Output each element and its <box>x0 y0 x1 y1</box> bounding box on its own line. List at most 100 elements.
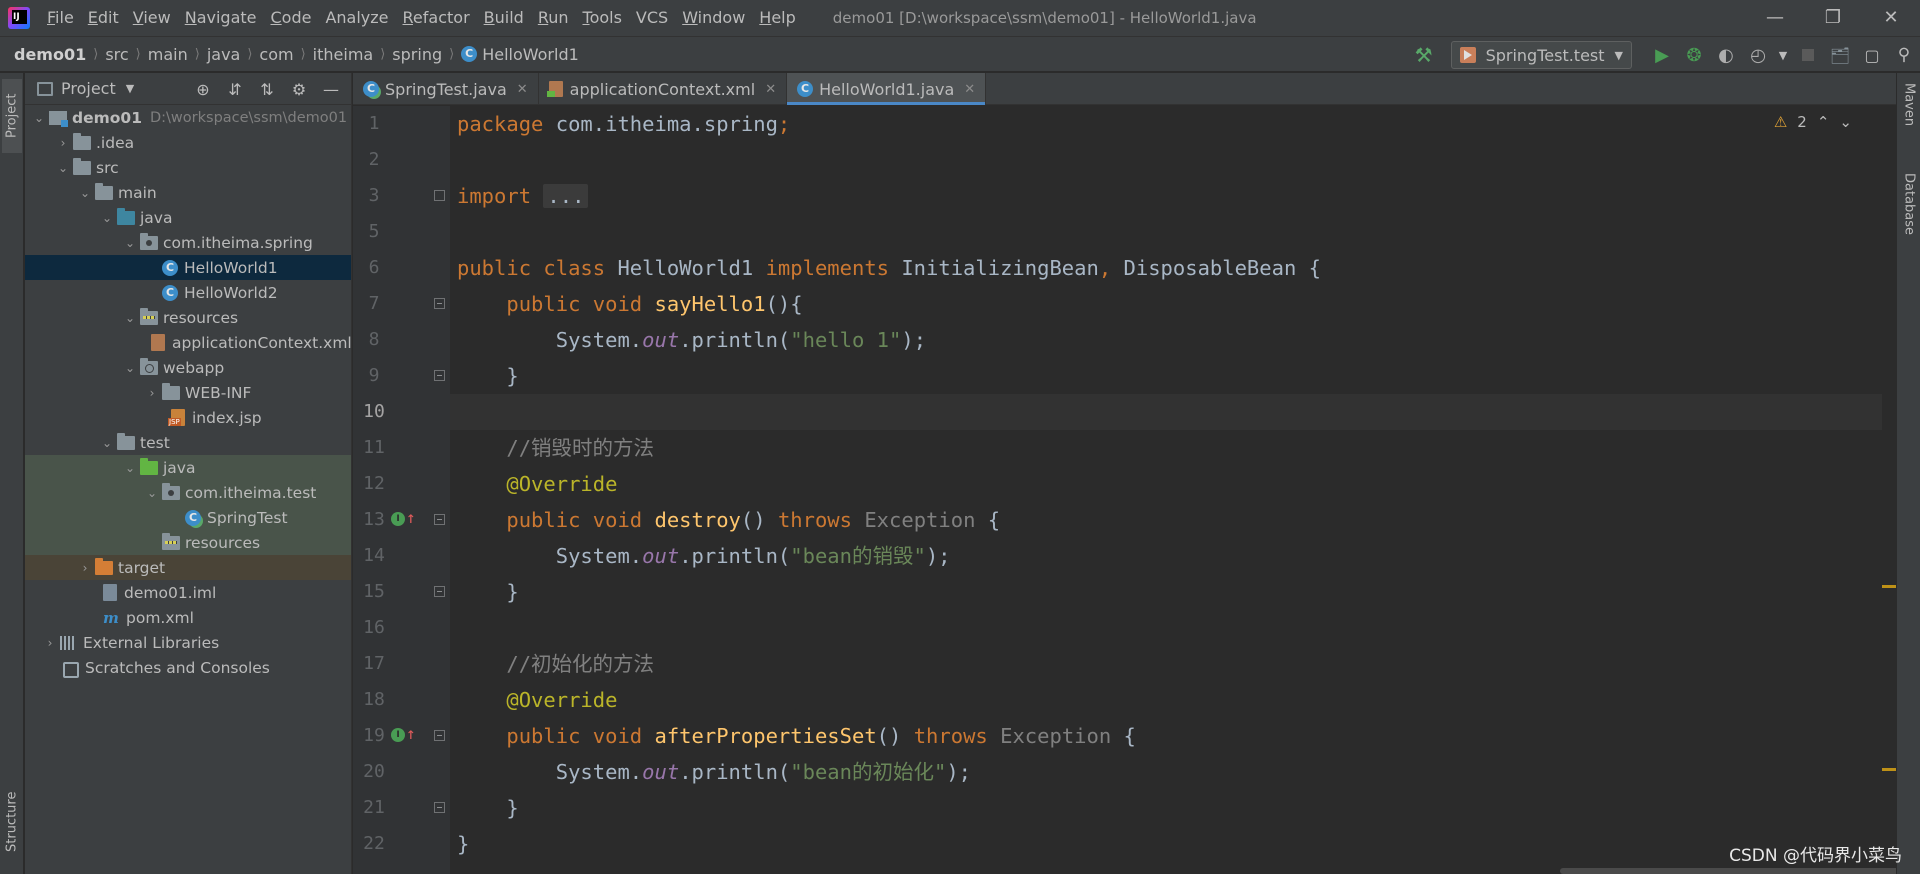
menu-tools[interactable]: Tools <box>576 0 629 36</box>
database-tool-window-tab[interactable]: Database <box>1900 173 1918 283</box>
chevron-right-icon[interactable]: › <box>75 561 95 575</box>
tree-item-main[interactable]: ⌄ main <box>25 180 351 205</box>
warning-stripe-marker[interactable] <box>1882 768 1896 771</box>
breadcrumb-com[interactable]: com <box>259 45 293 64</box>
chevron-down-icon[interactable]: ⌄ <box>120 236 140 250</box>
tree-item-package-test[interactable]: ⌄ com.itheima.test <box>25 480 351 505</box>
structure-tool-window-tab[interactable]: Structure <box>2 773 22 871</box>
menu-analyze[interactable]: Analyze <box>318 0 395 36</box>
gear-icon[interactable]: ⚙ <box>283 80 315 99</box>
tab-applicationcontext-xml[interactable]: applicationContext.xml ✕ <box>539 73 788 105</box>
navigate-up-arrow-icon[interactable]: ↑ <box>406 508 416 527</box>
hide-panel-icon[interactable]: — <box>315 80 347 99</box>
run-play-icon[interactable]: ▶ <box>1646 39 1678 71</box>
chevron-down-icon[interactable]: ⌄ <box>97 211 117 225</box>
previous-highlight-chevron-up-icon[interactable]: ⌃ <box>1817 113 1830 131</box>
tree-item-applicationcontext-xml[interactable]: applicationContext.xml <box>25 330 352 355</box>
tree-item-test-java[interactable]: ⌄ java <box>25 455 351 480</box>
menu-refactor[interactable]: Refactor <box>396 0 477 36</box>
tree-item-scratches[interactable]: Scratches and Consoles <box>25 655 351 680</box>
more-run-options-chevron-icon[interactable]: ▼ <box>1774 39 1792 71</box>
chevron-down-icon[interactable]: ⌄ <box>53 161 73 175</box>
chevron-down-icon[interactable]: ▼ <box>126 82 134 95</box>
breadcrumb-helloworld1[interactable]: C HelloWorld1 <box>461 45 579 64</box>
run-with-coverage-icon[interactable]: ◐ <box>1710 39 1742 71</box>
close-window-icon[interactable]: ✕ <box>1862 0 1920 36</box>
tree-item-webapp[interactable]: ⌄ webapp <box>25 355 351 380</box>
expand-all-icon[interactable]: ⇵ <box>219 80 251 99</box>
chevron-down-icon[interactable]: ⌄ <box>120 311 140 325</box>
fold-collapse-icon[interactable] <box>434 802 445 813</box>
implements-method-icon[interactable]: I <box>391 728 405 742</box>
navigate-up-arrow-icon[interactable]: ↑ <box>406 724 416 743</box>
chevron-right-icon[interactable]: › <box>53 136 73 150</box>
project-structure-icon[interactable]: 🗂 <box>1824 39 1856 71</box>
fold-collapse-icon[interactable] <box>434 370 445 381</box>
debug-bug-icon[interactable]: ❂ <box>1678 39 1710 71</box>
tree-item-springtest[interactable]: C SpringTest <box>25 505 351 530</box>
breadcrumb-java[interactable]: java <box>207 45 241 64</box>
tree-item-web-inf[interactable]: › WEB-INF <box>25 380 351 405</box>
tree-item-package-spring[interactable]: ⌄ com.itheima.spring <box>25 230 351 255</box>
inspection-widget[interactable]: ⚠ 2 ⌃ ⌄ <box>1774 113 1852 131</box>
breadcrumb-src[interactable]: src <box>105 45 128 64</box>
maven-tool-window-tab[interactable]: Maven <box>1900 83 1918 163</box>
collapse-all-icon[interactable]: ⇅ <box>251 80 283 99</box>
menu-run[interactable]: Run <box>531 0 576 36</box>
tree-item-target[interactable]: › target <box>25 555 351 580</box>
menu-navigate[interactable]: Navigate <box>178 0 264 36</box>
tree-item-index-jsp[interactable]: index.jsp <box>25 405 351 430</box>
tab-springtest-java[interactable]: C SpringTest.java ✕ <box>353 73 539 105</box>
fold-collapse-icon[interactable] <box>434 586 445 597</box>
editor-gutter[interactable]: 1 2 3 5 6 7 8 9 10 11 12 13 I ↑ 14 15 16 1… <box>353 106 450 874</box>
tab-helloworld1-java[interactable]: C HelloWorld1.java ✕ <box>787 73 987 105</box>
project-view-selector[interactable]: Project <box>61 79 116 98</box>
tree-item-test[interactable]: ⌄ test <box>25 430 351 455</box>
project-tool-window-tab[interactable]: Project <box>2 79 22 153</box>
breadcrumb-demo01[interactable]: demo01 <box>14 45 86 64</box>
tree-item-helloworld2[interactable]: C HelloWorld2 <box>25 280 351 305</box>
vertical-scrollbar[interactable] <box>1882 134 1896 874</box>
folded-imports[interactable]: ... <box>543 184 589 208</box>
close-icon[interactable]: ✕ <box>517 82 528 97</box>
tree-item-demo01[interactable]: ⌄ demo01 D:\workspace\ssm\demo01 <box>25 105 351 130</box>
tree-item-external-libraries[interactable]: › External Libraries <box>25 630 351 655</box>
tree-item-test-resources[interactable]: resources <box>25 530 351 555</box>
stop-icon[interactable] <box>1792 39 1824 71</box>
chevron-down-icon[interactable]: ⌄ <box>142 486 162 500</box>
profile-icon[interactable]: ◴ <box>1742 39 1774 71</box>
fold-collapse-icon[interactable] <box>434 730 445 741</box>
tree-item-main-resources[interactable]: ⌄ resources <box>25 305 351 330</box>
breadcrumb-itheima[interactable]: itheima <box>313 45 374 64</box>
search-everywhere-icon[interactable]: ⚲ <box>1888 39 1920 71</box>
tree-item-pom-xml[interactable]: m pom.xml <box>25 605 351 630</box>
menu-window[interactable]: Window <box>675 0 752 36</box>
chevron-down-icon[interactable]: ⌄ <box>120 461 140 475</box>
menu-vcs[interactable]: VCS <box>629 0 675 36</box>
tree-item-helloworld1[interactable]: C HelloWorld1 <box>25 255 351 280</box>
chevron-down-icon[interactable]: ⌄ <box>120 361 140 375</box>
close-icon[interactable]: ✕ <box>964 82 975 97</box>
chevron-down-icon[interactable]: ⌄ <box>97 436 117 450</box>
menu-view[interactable]: View <box>126 0 178 36</box>
presentation-mode-icon[interactable]: ▢ <box>1856 39 1888 71</box>
close-icon[interactable]: ✕ <box>765 82 776 97</box>
breadcrumb-spring[interactable]: spring <box>392 45 442 64</box>
locate-target-icon[interactable]: ⊕ <box>187 80 219 99</box>
tree-item-idea[interactable]: › .idea <box>25 130 351 155</box>
menu-build[interactable]: Build <box>477 0 531 36</box>
minimize-icon[interactable]: — <box>1746 0 1804 36</box>
menu-code[interactable]: Code <box>264 0 319 36</box>
menu-file[interactable]: File <box>40 0 81 36</box>
code-editor[interactable]: 1 2 3 5 6 7 8 9 10 11 12 13 I ↑ 14 15 16 1… <box>353 106 1896 874</box>
chevron-right-icon[interactable]: › <box>40 636 60 650</box>
horizontal-scrollbar-thumb[interactable] <box>1560 868 1896 874</box>
fold-collapse-icon[interactable] <box>434 298 445 309</box>
breadcrumb-main[interactable]: main <box>148 45 188 64</box>
code-text-area[interactable]: package com.itheima.spring; import ... p… <box>450 106 1896 874</box>
tree-item-main-java[interactable]: ⌄ java <box>25 205 351 230</box>
restore-icon[interactable]: ❐ <box>1804 0 1862 36</box>
build-hammer-icon[interactable]: ⚒ <box>1413 44 1435 66</box>
next-highlight-chevron-down-icon[interactable]: ⌄ <box>1839 113 1852 131</box>
tree-item-src[interactable]: ⌄ src <box>25 155 351 180</box>
